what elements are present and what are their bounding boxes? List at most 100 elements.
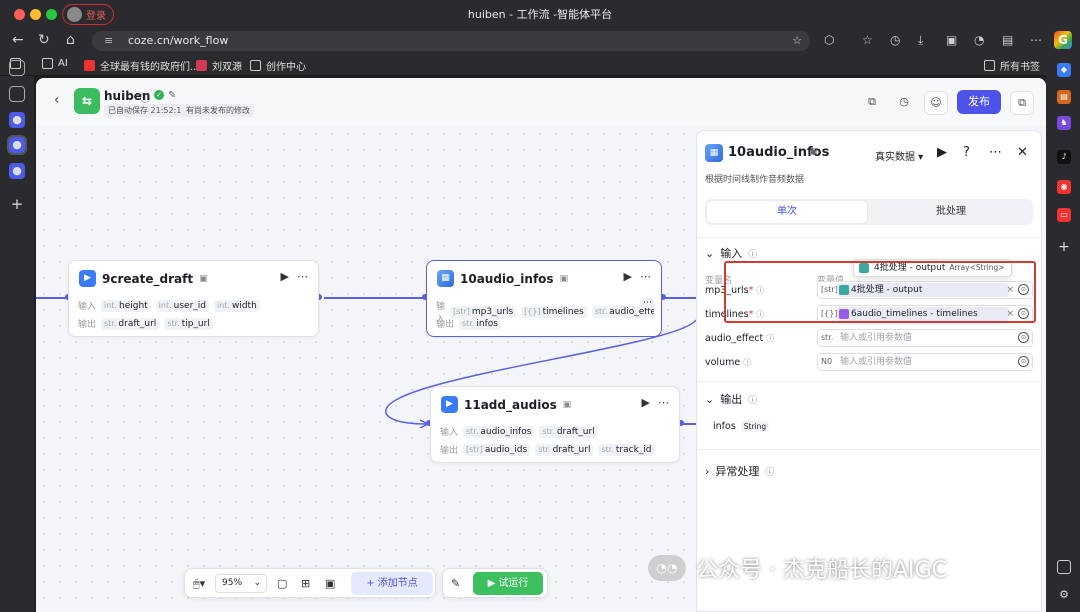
- collaborators-icon[interactable]: ☺: [924, 91, 948, 115]
- more-menu-icon[interactable]: ⋯: [1030, 33, 1042, 47]
- tab-single[interactable]: 单次: [707, 201, 867, 223]
- add-sidebar-icon[interactable]: +: [1057, 240, 1071, 254]
- extensions-icon[interactable]: ⬡: [824, 33, 834, 47]
- layout-grid-icon[interactable]: ⊞: [301, 577, 310, 590]
- coze-tab-active-icon[interactable]: ●: [7, 135, 27, 155]
- performance-icon[interactable]: ◔: [974, 33, 984, 47]
- header-status: ⓘ ✓ ✎: [140, 90, 176, 105]
- favorites-icon[interactable]: ☆: [862, 33, 873, 47]
- more-params-icon[interactable]: ⋯: [640, 298, 655, 308]
- notes-icon[interactable]: [9, 86, 25, 102]
- window-titlebar: 登录 huiben - 工作流 -智能体平台: [0, 0, 1080, 28]
- url-bar[interactable]: ≡ coze.cn/work_flow ☆: [92, 31, 810, 51]
- reader-icon[interactable]: ▣: [946, 33, 957, 47]
- type-prefix: str.: [462, 318, 475, 328]
- info-icon[interactable]: ⓘ: [140, 90, 150, 105]
- duplicate-icon[interactable]: ⧉: [1010, 91, 1034, 115]
- download-icon[interactable]: ⤓: [918, 33, 923, 48]
- node-output-param: str. draft_url: [535, 443, 594, 456]
- reference-picker-icon[interactable]: ⊙: [1018, 332, 1029, 343]
- reference-picker-icon[interactable]: ⊙: [1018, 356, 1029, 367]
- help-icon[interactable]: ?: [963, 145, 970, 160]
- tab-batch[interactable]: 批处理: [871, 201, 1031, 223]
- node-add-audios[interactable]: ▶ 11add_audios ▣ ▶ ⋯ 输入 str. audio_infos str…: [430, 386, 680, 463]
- site-settings-icon[interactable]: ≡: [104, 31, 113, 51]
- home-icon[interactable]: ⌂: [66, 32, 75, 48]
- volume-input[interactable]: N0 输入或引用参数值 ⊙: [817, 353, 1033, 371]
- output-section-header[interactable]: ⌄ 输出 ⓘ: [705, 391, 757, 407]
- node-config-panel: ▦ 10audio_infos ▣ 真实数据 ▾ ▶ ? ⋯ ✕ 根据时间线制作…: [696, 130, 1043, 612]
- edge-9-10: [324, 297, 424, 299]
- output-label: 输出: [78, 320, 97, 330]
- back-icon[interactable]: ←: [12, 32, 24, 48]
- info-icon[interactable]: ⓘ: [766, 334, 774, 343]
- history-icon[interactable]: ◷: [892, 91, 916, 115]
- bookmark-creation[interactable]: 创作中心: [250, 58, 306, 73]
- trial-run-button[interactable]: ▶ 试运行: [473, 572, 543, 595]
- node-badge-icon: ▣: [562, 399, 572, 410]
- node-audio-infos[interactable]: ▦ 10audio_infos ▣ ▶ ⋯ 输入 [str] mp3_urls [{}]…: [426, 260, 662, 337]
- error-section-header[interactable]: › 异常处理 ⓘ: [705, 463, 774, 479]
- node-input-param: str. draft_url: [539, 425, 598, 438]
- bookmark-label: 刘双源: [212, 62, 242, 73]
- profile-icon[interactable]: G: [1054, 31, 1072, 49]
- type-prefix: str.: [538, 444, 551, 454]
- info-icon[interactable]: ⓘ: [748, 393, 757, 406]
- run-node-icon[interactable]: ▶: [642, 396, 650, 409]
- comment-icon[interactable]: ▢: [277, 577, 287, 590]
- info-icon[interactable]: ⓘ: [765, 465, 774, 478]
- mouse-mode-icon[interactable]: 🖱︎▾: [193, 577, 205, 591]
- weibo-icon[interactable]: ◉: [1057, 180, 1071, 194]
- close-panel-icon[interactable]: ✕: [1017, 145, 1028, 160]
- node-more-icon[interactable]: ⋯: [658, 396, 669, 409]
- tiktok-icon[interactable]: ♪: [1057, 150, 1071, 164]
- history-icon[interactable]: ◷: [890, 33, 900, 47]
- bookmark-star-icon[interactable]: ☆: [792, 31, 802, 51]
- bookmark-liu[interactable]: 刘双源: [196, 58, 242, 73]
- wallet-icon[interactable]: ▤: [1002, 33, 1013, 47]
- info-icon[interactable]: ⓘ: [748, 247, 757, 260]
- type-prefix: str.: [542, 426, 555, 436]
- type-prefix: str.: [601, 444, 614, 454]
- param-name: draft_url: [552, 444, 591, 455]
- all-bookmarks[interactable]: 所有书签: [984, 58, 1040, 73]
- coze-tab-icon[interactable]: ●: [9, 163, 25, 179]
- run-node-icon[interactable]: ▶: [624, 270, 632, 283]
- info-icon[interactable]: ⓘ: [743, 358, 751, 367]
- copy-icon[interactable]: ⧉: [860, 91, 884, 115]
- node-badge-icon: ▣: [559, 273, 569, 284]
- data-mode-select[interactable]: 真实数据 ▾: [875, 148, 923, 163]
- app-header: ‹ ⇆ huiben ⓘ ✓ ✎ 已自动保存 21:52:17 有尚未发布的修改…: [36, 78, 1046, 126]
- chess-icon[interactable]: ♞: [1057, 116, 1071, 130]
- tabs-icon[interactable]: [9, 60, 25, 76]
- edit-icon[interactable]: ✎: [168, 90, 176, 105]
- type-prefix: int.: [158, 300, 172, 310]
- minimap-icon[interactable]: ▣: [325, 577, 335, 590]
- bookmark-gov[interactable]: 全球最有钱的政府们...: [84, 58, 200, 73]
- debug-icon[interactable]: ✎: [451, 577, 460, 590]
- node-more-icon[interactable]: ⋯: [297, 270, 308, 283]
- param-name: audio_ids: [484, 444, 528, 455]
- reload-icon[interactable]: ↻: [38, 32, 50, 48]
- input-section-header[interactable]: ⌄ 输入 ⓘ: [705, 245, 757, 261]
- publish-button[interactable]: 发布: [957, 90, 1001, 114]
- param-name: tip_url: [181, 318, 210, 329]
- panel-more-icon[interactable]: ⋯: [989, 145, 1002, 160]
- settings-gear-icon[interactable]: ⚙: [1057, 588, 1071, 602]
- zoom-select[interactable]: 95% ⌄: [215, 574, 267, 593]
- coze-tab-icon[interactable]: ●: [9, 112, 25, 128]
- layout-icon[interactable]: [1057, 560, 1071, 574]
- run-node-icon[interactable]: ▶: [281, 270, 289, 283]
- audio-effect-input[interactable]: str. 输入或引用参数值 ⊙: [817, 329, 1033, 347]
- node-create-draft[interactable]: ▶ 9create_draft ▣ ▶ ⋯ 输入 int. height int. use…: [68, 260, 319, 337]
- back-arrow-icon[interactable]: ‹: [54, 92, 60, 108]
- node-more-icon[interactable]: ⋯: [640, 270, 651, 283]
- briefcase-icon[interactable]: ▤: [1057, 90, 1071, 104]
- news-icon[interactable]: ▭: [1057, 208, 1071, 222]
- bookmark-ai[interactable]: AI: [42, 58, 68, 69]
- new-tab-icon[interactable]: +: [9, 196, 25, 212]
- run-node-icon[interactable]: ▶: [937, 145, 947, 160]
- image-plugin-icon: ▦: [437, 270, 454, 287]
- tag-icon[interactable]: ◆: [1057, 63, 1071, 77]
- add-node-button[interactable]: + 添加节点: [351, 572, 433, 595]
